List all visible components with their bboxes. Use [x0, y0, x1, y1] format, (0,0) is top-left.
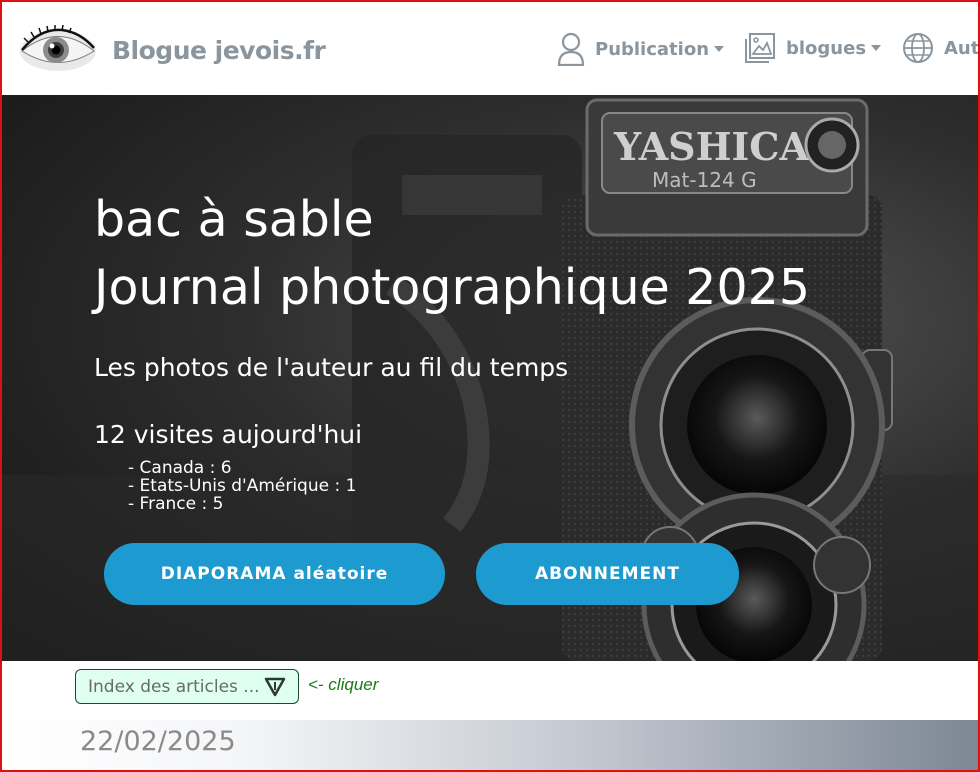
- nav-publication-label: Publication: [595, 38, 710, 60]
- random-slideshow-button[interactable]: DIAPORAMA aléatoire: [104, 543, 445, 605]
- nav-publication[interactable]: Publication: [557, 32, 725, 66]
- hero-subtitle: Les photos de l'auteur au fil du temps: [94, 353, 569, 382]
- user-icon: [557, 32, 585, 66]
- globe-icon: [903, 33, 933, 63]
- visit-item: - Canada : 6: [128, 458, 232, 478]
- hero-title-line1: bac à sable: [94, 191, 374, 248]
- brand-title[interactable]: Blogue jevois.fr: [112, 36, 326, 65]
- nav-blogues[interactable]: blogues: [744, 32, 882, 64]
- post-date-bar: 22/02/2025: [2, 720, 978, 770]
- camera-brand-text: YASHICA: [613, 124, 810, 169]
- chevron-down-icon: [871, 45, 882, 51]
- article-index-select[interactable]: Index des articles ...: [75, 669, 299, 704]
- eye-logo-icon[interactable]: [18, 24, 98, 74]
- hero-title-line2: Journal photographique 2025: [94, 259, 811, 316]
- post-date: 22/02/2025: [80, 726, 236, 757]
- nav-auteur-label: Aut: [944, 37, 978, 59]
- visit-count: 12 visites aujourd'hui: [94, 420, 363, 449]
- visit-breakdown: - Canada : 6 - Etats-Unis d'Amérique : 1…: [128, 459, 356, 513]
- click-hint: <- cliquer: [308, 675, 379, 694]
- article-index-value: Index des articles ...: [88, 676, 260, 697]
- visit-item: - Etats-Unis d'Amérique : 1: [128, 476, 357, 496]
- camera-model-text: Mat-124 G: [652, 168, 757, 192]
- nav-auteur[interactable]: Aut: [902, 32, 978, 64]
- subscribe-button[interactable]: ABONNEMENT: [476, 543, 739, 605]
- nav-blogues-label: blogues: [786, 37, 867, 59]
- image-gallery-icon: [745, 33, 775, 63]
- hero-banner: YASHICA Mat-124 G bac à sable Journal ph…: [2, 95, 978, 661]
- visit-item: - France : 5: [128, 494, 224, 514]
- chevron-down-icon: [714, 46, 725, 52]
- triangle-down-icon: [264, 677, 286, 697]
- navbar: Blogue jevois.fr Publication blogues Aut: [2, 2, 978, 95]
